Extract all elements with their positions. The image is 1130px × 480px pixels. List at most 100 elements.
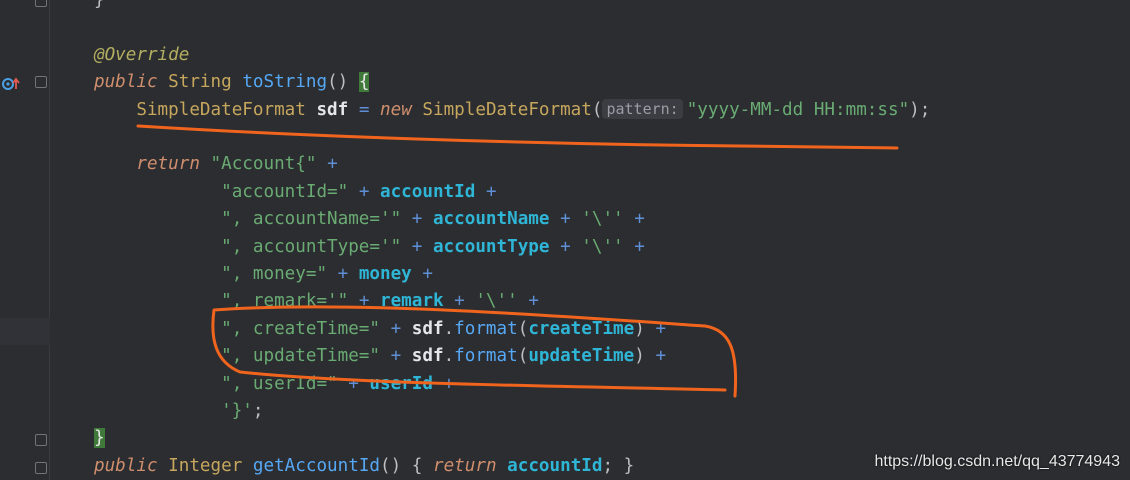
code-line[interactable]: ", updateTime=" + sdf.format(updateTime)… [94,343,666,370]
code-line[interactable]: @Override [94,42,189,69]
code-token: + [485,181,497,202]
code-line[interactable]: ", createTime=" + sdf.format(createTime)… [94,316,666,343]
code-token: ", remark='" [94,291,359,312]
code-token: ", accountType='" [94,236,412,257]
code-token: ", createTime=" [94,318,391,339]
code-token: + [634,209,645,230]
code-token: @Override [94,44,190,65]
code-token: accountId [380,181,486,202]
code-token: SimpleDateFormat [422,99,592,120]
code-token: '\'' [581,236,635,257]
code-line[interactable]: } [94,425,105,452]
code-token: + [411,209,433,230]
code-line[interactable]: ", accountName='" + accountName + '\'' + [94,206,645,233]
code-token: ; [602,455,624,476]
code-token: + [454,291,476,312]
code-token: remark [380,291,455,312]
code-token: ( [517,346,529,367]
code-token: createTime [528,318,635,339]
code-token: sdf [411,318,444,339]
code-token: ", updateTime=" [94,346,391,367]
code-token: + [358,181,380,202]
code-token: = [358,99,381,120]
code-line[interactable]: ", userId=" + userId + [94,371,454,398]
code-token: '\'' [475,291,529,312]
code-token: + [337,264,359,284]
code-token: userId [369,373,444,394]
code-token: money [358,264,423,284]
code-token: + [655,318,667,339]
code-token: + [358,291,380,312]
code-token: new [380,99,423,120]
code-line[interactable]: public String toString() { [94,69,370,96]
code-token: . [443,346,455,367]
code-token: '\'' [581,209,635,230]
code-token: . [443,318,455,339]
code-token: toString [242,72,328,93]
code-token: SimpleDateFormat [94,99,317,120]
code-token: + [422,264,433,284]
code-line[interactable]: return "Account{" + [94,151,338,178]
code-token: accountId [507,455,603,476]
code-token: updateTime [528,346,635,367]
code-token: sdf [316,99,359,120]
code-token: format [454,346,518,367]
code-token: getAccountId [252,455,381,476]
code-token: ); [909,99,931,120]
code-token: + [528,291,539,312]
code-line[interactable]: ", remark='" + remark + '\'' + [94,288,539,315]
code-token: ", userId=" [94,373,349,394]
code-token: "accountId=" [94,181,359,202]
code-token: "yyyy-MM-dd HH:mm:ss" [686,99,910,120]
code-token: + [390,318,412,339]
fold-icon[interactable] [35,462,47,474]
code-token: sdf [411,346,444,367]
parameter-hint: pattern: [602,98,683,119]
code-token: return [432,455,508,476]
code-token: + [327,154,338,175]
fold-icon[interactable] [35,76,47,88]
code-line[interactable]: ", money=" + money + [94,261,433,288]
code-token: ( [591,99,603,120]
code-token: "Account{" [210,154,328,175]
fold-icon[interactable] [35,0,47,7]
code-token: + [634,236,645,257]
code-token: ( [517,318,529,339]
code-token: { [358,72,370,93]
code-token: accountName [432,209,561,230]
editor-gutter [0,0,50,480]
code-token: '}' [94,401,253,421]
code-token: String [168,72,243,93]
code-token: public [94,455,169,476]
code-token: } [623,455,635,476]
code-editor[interactable]: } @Override public String toString() { Sim… [50,0,1130,480]
code-token: + [655,346,667,367]
code-line[interactable]: public Integer getAccountId() { return a… [94,453,634,480]
code-token: + [348,373,370,394]
code-token: () [380,455,412,476]
code-line[interactable]: "accountId=" + accountId + [94,179,497,206]
code-line[interactable]: SimpleDateFormat sdf = new SimpleDateFor… [94,97,930,124]
code-token: format [454,318,518,339]
code-token: ; [252,401,264,421]
watermark: https://blog.csdn.net/qq_43774943 [874,453,1120,470]
code-token: () [327,72,359,93]
code-token: ", money=" [94,264,338,284]
code-token: accountType [432,236,561,257]
code-token: + [560,209,582,230]
code-token: ) [634,318,656,339]
code-token: + [560,236,582,257]
code-token: } [94,428,105,449]
code-token: return [94,154,211,175]
code-token: ", accountName='" [94,209,412,230]
code-token: Integer [168,455,253,476]
code-line[interactable]: ", accountType='" + accountType + '\'' + [94,234,645,261]
code-token: public [94,72,169,93]
override-method-icon[interactable] [2,76,20,92]
code-line[interactable]: } [94,0,105,14]
code-line[interactable]: '}'; [94,398,263,425]
code-token: + [411,236,433,257]
code-token: } [94,0,105,10]
code-token: + [443,373,455,394]
fold-icon[interactable] [35,434,47,446]
